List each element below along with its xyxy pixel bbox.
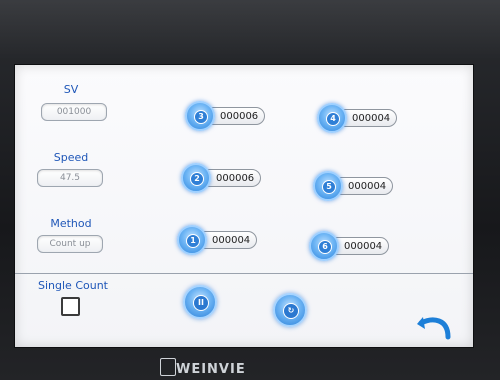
hmi-screen: SV 001000 Speed 47.5 Method Count up Sin… [14,64,474,348]
method-label: Method [50,217,92,230]
counter-6-knob[interactable]: 6 [309,231,339,261]
counter-2-knob[interactable]: 2 [181,163,211,193]
counter-3-number: 3 [194,110,208,124]
counter-5-knob[interactable]: 5 [313,171,343,201]
sv-field[interactable]: 001000 [41,103,107,121]
counter-1-knob[interactable]: 1 [177,225,207,255]
counter-6[interactable]: 000004 6 [309,231,399,261]
speed-field[interactable]: 47.5 [37,169,103,187]
back-button[interactable] [415,309,453,343]
counter-4[interactable]: 000004 4 [317,103,407,133]
counter-1[interactable]: 000004 1 [177,225,267,255]
back-arrow-icon [417,317,451,340]
single-count-label: Single Count [38,279,108,292]
reset-icon: ↻ [283,303,299,319]
pause-button[interactable]: II [183,285,217,319]
section-divider [15,273,473,274]
counter-1-number: 1 [186,234,200,248]
bezel-shine [0,0,500,60]
counter-5-number: 5 [322,180,336,194]
reset-button[interactable]: ↻ [273,293,307,327]
brand-logo-text: WEINVIE [176,362,246,377]
counter-6-number: 6 [318,240,332,254]
single-count-checkbox[interactable] [61,297,80,316]
counter-2[interactable]: 000006 2 [181,163,271,193]
counter-4-knob[interactable]: 4 [317,103,347,133]
method-field[interactable]: Count up [37,235,103,253]
sv-label: SV [63,83,79,96]
counter-2-number: 2 [190,172,204,186]
counter-5[interactable]: 000004 5 [313,171,403,201]
counter-3[interactable]: 000006 3 [185,101,275,131]
pause-icon: II [193,295,209,311]
counter-4-number: 4 [326,112,340,126]
counter-3-knob[interactable]: 3 [185,101,215,131]
speed-label: Speed [53,151,89,164]
brand-icon [160,358,176,376]
